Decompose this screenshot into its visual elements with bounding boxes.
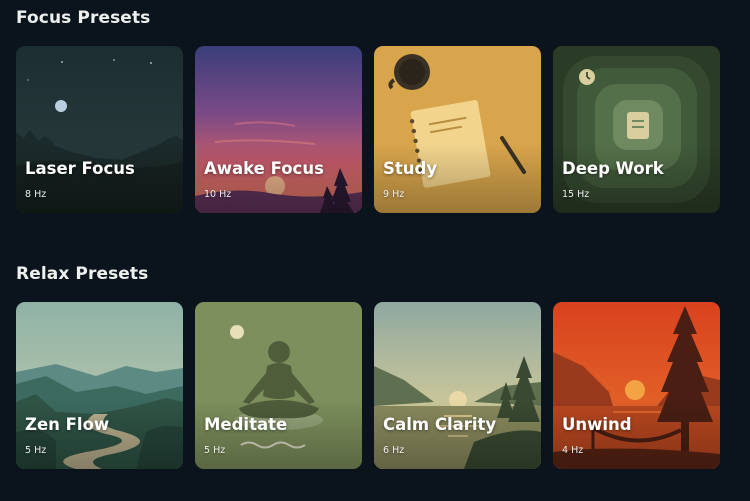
preset-card-frequency: 15 Hz [562,189,590,200]
preset-card-zen-flow[interactable]: Zen Flow 5 Hz [16,302,183,469]
preset-card-awake-focus[interactable]: Awake Focus 10 Hz [195,46,362,213]
preset-card-unwind[interactable]: Unwind 4 Hz [553,302,720,469]
preset-card-title: Zen Flow [25,415,110,434]
preset-card-title: Calm Clarity [383,415,497,434]
preset-card-frequency: 10 Hz [204,189,232,200]
relax-presets-grid: Zen Flow 5 Hz Meditate 5 Hz Calm Clarity… [16,302,720,469]
preset-card-frequency: 5 Hz [204,445,226,456]
preset-card-frequency: 4 Hz [562,445,584,456]
preset-card-laser-focus[interactable]: Laser Focus 8 Hz [16,46,183,213]
preset-card-title: Study [383,159,438,178]
preset-card-frequency: 5 Hz [25,445,47,456]
preset-card-title: Laser Focus [25,159,135,178]
preset-card-title: Awake Focus [204,159,324,178]
preset-card-title: Unwind [562,415,632,434]
preset-card-frequency: 9 Hz [383,189,405,200]
focus-presets-grid: Laser Focus 8 Hz Awake Focus 10 Hz Study… [16,46,720,213]
preset-card-title: Deep Work [562,159,664,178]
preset-card-deep-work[interactable]: Deep Work 15 Hz [553,46,720,213]
preset-card-study[interactable]: Study 9 Hz [374,46,541,213]
preset-card-frequency: 6 Hz [383,445,405,456]
preset-card-title: Meditate [204,415,288,434]
preset-card-frequency: 8 Hz [25,189,47,200]
relax-presets-heading: Relax Presets [16,264,149,284]
preset-card-calm-clarity[interactable]: Calm Clarity 6 Hz [374,302,541,469]
focus-presets-heading: Focus Presets [16,8,151,28]
preset-card-meditate[interactable]: Meditate 5 Hz [195,302,362,469]
